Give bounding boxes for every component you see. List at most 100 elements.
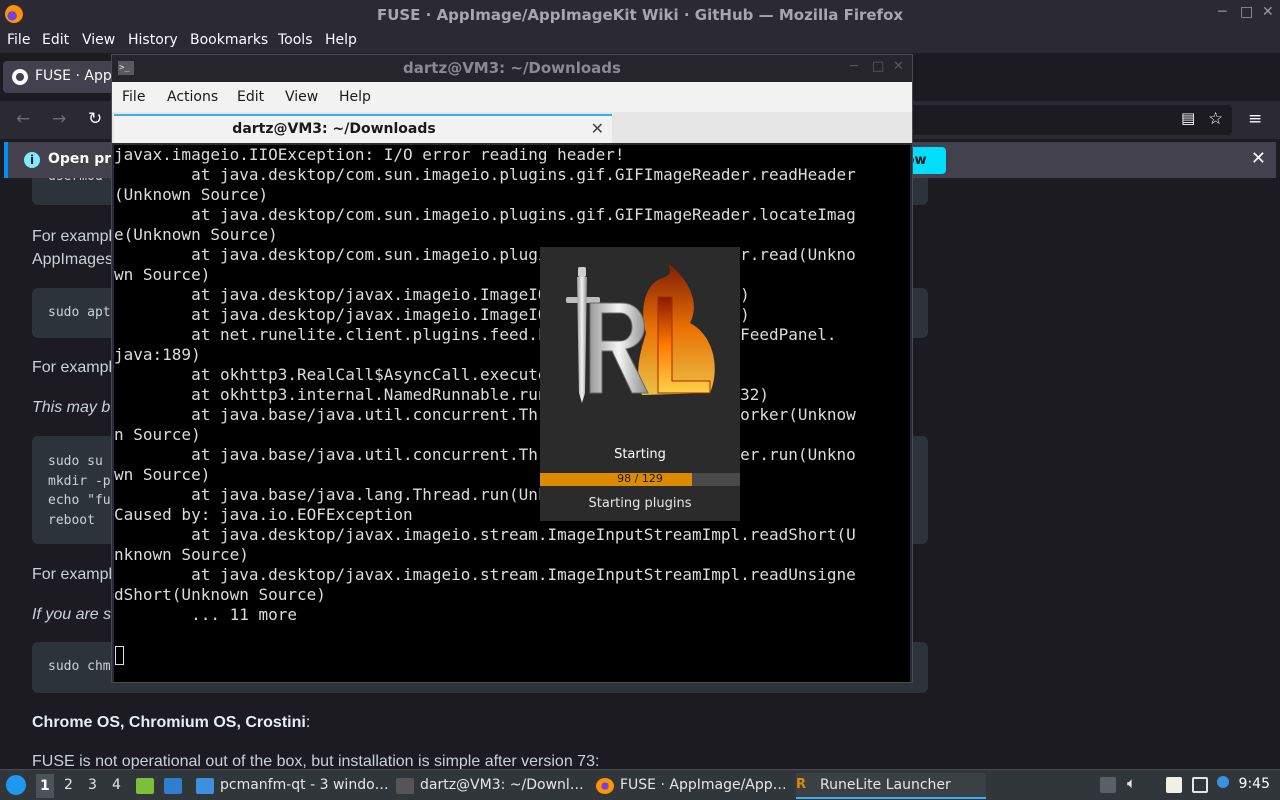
clock[interactable]: 9:45 [1239, 776, 1270, 792]
taskbar: 1 2 3 4 pcmanfm-qt - 3 windo… dartz@VM3:… [0, 769, 1280, 800]
back-icon[interactable]: ← [16, 109, 30, 129]
workspace-2[interactable]: 2 [64, 777, 73, 793]
notification-icon[interactable] [1217, 776, 1229, 788]
splash-progress-bar: 98 / 129 [540, 472, 740, 486]
terminal-line: java:189) [114, 345, 201, 364]
close-tab-icon[interactable]: ✕ [591, 119, 604, 138]
minimize-icon[interactable]: ─ [850, 59, 858, 74]
bookmark-star-icon[interactable]: ☆ [1208, 109, 1223, 129]
terminal-line: at java.desktop/javax.imageio.stream.Ima… [114, 565, 856, 584]
terminal-menubar: File Actions Edit View Help [112, 82, 912, 112]
task-firefox[interactable]: FUSE · AppImage/App… [596, 773, 787, 799]
notification-close-icon[interactable]: ✕ [1251, 148, 1266, 169]
paragraph: This may b [32, 399, 111, 416]
terminal-line: at java.desktop/com.sun.imageio.plugins.… [114, 165, 856, 184]
terminal-line: at java.desktop/javax.imageio.ImageIO.re… [114, 305, 750, 324]
terminal-line: at java.base/java.util.concurrent.Thread… [114, 405, 856, 424]
volume-icon[interactable]: 🔈︎ [1127, 774, 1136, 792]
menu-bookmarks[interactable]: Bookmarks [190, 32, 268, 48]
terminal-line: nknown Source) [114, 545, 249, 564]
code-line: usermod [48, 178, 103, 184]
terminal-tabstrip: dartz@VM3: ~/Downloads ✕ [112, 112, 912, 143]
menu-actions[interactable]: Actions [167, 89, 218, 105]
task-runelite[interactable]: R RuneLite Launcher [796, 773, 986, 799]
terminal-line: at okhttp3.RealCall$AsyncCall.execute(Re… [114, 365, 731, 384]
workspace-3[interactable]: 3 [88, 777, 97, 793]
terminal-line: at java.desktop/com.sun.imageio.plugins.… [114, 245, 856, 264]
menu-edit[interactable]: Edit [42, 32, 69, 48]
hamburger-menu-icon[interactable]: ≡ [1248, 109, 1262, 129]
runelite-splash: Starting 98 / 129 Starting plugins [540, 247, 740, 521]
menu-file[interactable]: File [122, 89, 145, 105]
splash-status: Starting [614, 447, 666, 462]
terminal-titlebar: >_ dartz@VM3: ~/Downloads ─ □ ✕ [112, 55, 912, 82]
close-icon[interactable]: ✕ [1262, 4, 1274, 20]
task-terminal[interactable]: dartz@VM3: ~/Downl… [396, 773, 586, 799]
maximize-icon[interactable]: □ [1240, 4, 1253, 20]
clipboard-icon[interactable] [1166, 777, 1182, 793]
code-line: echo "fu [48, 493, 111, 508]
terminal-line: wn Source) [114, 265, 211, 284]
terminal-window-title: dartz@VM3: ~/Downloads [403, 59, 621, 77]
terminal-icon [396, 778, 414, 794]
task-label: RuneLite Launcher [820, 777, 951, 793]
forward-icon[interactable]: → [52, 109, 66, 129]
code-line: sudo apt [48, 305, 111, 320]
splash-sub-status: Starting plugins [588, 496, 692, 511]
terminal-tab-label: dartz@VM3: ~/Downloads [232, 121, 436, 137]
workspace-1[interactable]: 1 [36, 774, 54, 798]
firefox-titlebar: FUSE · AppImage/AppImageKit Wiki · GitHu… [0, 0, 1280, 29]
paragraph: AppImages [32, 251, 113, 268]
runelite-icon: R [796, 777, 807, 792]
code-line: sudo chm [48, 659, 111, 674]
terminal-line: at java.base/java.util.concurrent.Thread… [114, 445, 856, 464]
terminal-window: >_ dartz@VM3: ~/Downloads ─ □ ✕ File Act… [111, 54, 913, 683]
runelite-logo [566, 263, 715, 403]
application-menu-icon[interactable] [6, 775, 26, 795]
firefox-window-title: FUSE · AppImage/AppImageKit Wiki · GitHu… [376, 6, 904, 24]
terminal-line: at java.desktop/javax.imageio.ImageIO.re… [114, 285, 750, 304]
reload-icon[interactable]: ↻ [88, 109, 102, 129]
workspace-4[interactable]: 4 [112, 777, 121, 793]
firefox-menubar: File Edit View History Bookmarks Tools H… [0, 29, 1280, 53]
paragraph: FUSE is not operational out of the box, … [32, 753, 600, 769]
task-label: dartz@VM3: ~/Downl… [420, 777, 584, 793]
menu-file[interactable]: File [7, 32, 30, 48]
terminal-tab[interactable]: dartz@VM3: ~/Downloads ✕ [114, 114, 612, 143]
file-manager-launcher-icon[interactable] [136, 778, 154, 794]
reader-view-icon[interactable]: ▤ [1181, 109, 1195, 127]
terminal-line: ... 11 more [114, 605, 298, 624]
menu-history[interactable]: History [128, 32, 178, 48]
folder-icon [196, 778, 214, 794]
terminal-line: at net.runelite.client.plugins.feed.Feed… [114, 325, 837, 344]
terminal-output[interactable]: javax.imageio.IIOException: I/O error re… [114, 145, 910, 682]
terminal-line: at java.desktop/javax.imageio.stream.Ima… [114, 525, 856, 544]
paragraph: For example [32, 566, 121, 583]
menu-view[interactable]: View [82, 32, 115, 48]
menu-help[interactable]: Help [325, 32, 357, 48]
terminal-line: n Source) [114, 425, 201, 444]
terminal-line: at java.base/java.lang.Thread.run(Unknow… [114, 485, 664, 504]
minimize-icon[interactable]: ─ [1218, 4, 1226, 20]
terminal-cursor [115, 646, 124, 665]
menu-view[interactable]: View [285, 89, 318, 105]
close-icon[interactable]: ✕ [893, 59, 904, 74]
terminal-line: (Unknown Source) [114, 185, 269, 204]
maximize-icon[interactable]: □ [872, 59, 884, 74]
show-desktop-icon[interactable] [164, 778, 182, 794]
section-heading: Chrome OS, Chromium OS, Crostini: [32, 714, 310, 732]
paragraph: If you are s [32, 606, 112, 623]
menu-tools[interactable]: Tools [278, 32, 313, 48]
menu-edit[interactable]: Edit [237, 89, 264, 105]
firefox-icon [596, 778, 614, 794]
disk-icon[interactable] [1100, 777, 1116, 793]
notification-text: Open pre [48, 151, 121, 167]
task-pcmanfm[interactable]: pcmanfm-qt - 3 windo… [196, 773, 389, 799]
menu-help[interactable]: Help [339, 89, 371, 105]
heading-suffix: : [305, 714, 311, 731]
network-icon[interactable] [1192, 777, 1208, 793]
terminal-line: e(Unknown Source) [114, 225, 278, 244]
paragraph: For example [32, 359, 121, 376]
terminal-line: at java.desktop/com.sun.imageio.plugins.… [114, 205, 856, 224]
code-line: reboot [48, 513, 95, 528]
